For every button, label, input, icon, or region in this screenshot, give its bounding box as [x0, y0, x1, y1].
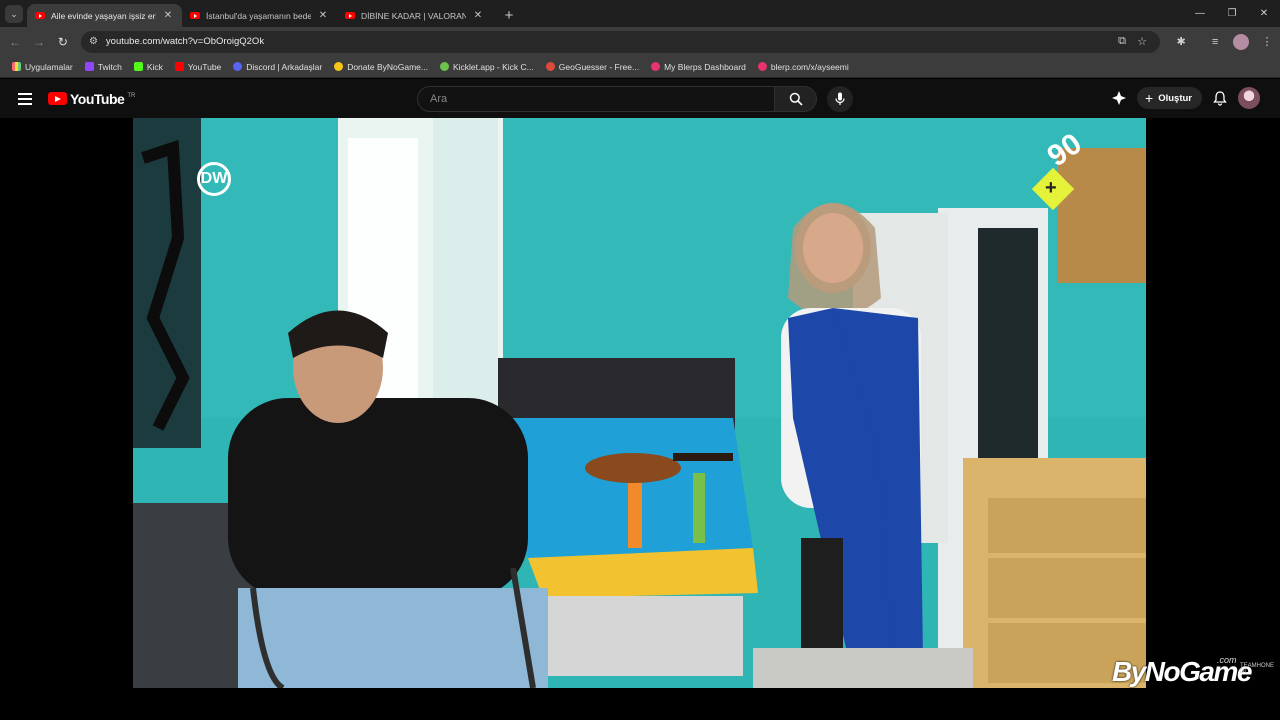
geoguesser-icon — [545, 62, 555, 71]
browser-tab-2[interactable]: İstanbul'da yaşamanın bedeli: "Ma ✕ — [182, 4, 337, 27]
bookmark-label: Kick — [146, 61, 163, 72]
new-tab-button[interactable]: + — [498, 4, 520, 26]
bookmark-blerps[interactable]: My Blerps Dashboard — [646, 62, 751, 72]
apps-grid-icon — [12, 62, 21, 71]
bookmark-kicklet[interactable]: Kicklet.app - Kick C... — [435, 62, 539, 72]
create-label: Oluştur — [1158, 92, 1192, 104]
bookmark-donate[interactable]: Donate ByNoGame... — [329, 62, 433, 72]
bookmark-label: Donate ByNoGame... — [347, 61, 428, 72]
forward-icon[interactable]: → — [27, 30, 51, 54]
blerp-icon — [757, 62, 767, 71]
twitch-icon — [84, 62, 94, 71]
minimize-icon[interactable]: — — [1184, 0, 1216, 27]
youtube-logo[interactable]: YouTube TR — [48, 91, 135, 107]
search-input[interactable]: Ara — [417, 86, 775, 112]
address-url: youtube.com/watch?v=ObOroigQ2Ok — [105, 36, 265, 47]
bookmark-label: YouTube — [187, 61, 222, 72]
shorts-sparkle-icon[interactable] — [1111, 90, 1127, 106]
video-player[interactable]: DW + 90 — [133, 118, 1146, 688]
youtube-favicon-icon — [35, 12, 45, 19]
extensions-icon[interactable]: ✱ — [1168, 29, 1194, 55]
tab-title: Aile evinde yaşayan işsiz erkek: Türk — [51, 10, 156, 21]
bookmark-discord[interactable]: Discord | Arkadaşlar — [228, 62, 327, 72]
browser-toolbar: ← → ↻ ⚙ youtube.com/watch?v=ObOroigQ2Ok … — [0, 27, 1280, 56]
donate-icon — [334, 62, 344, 71]
bookmark-label: Uygulamalar — [25, 61, 73, 72]
youtube-favicon-icon — [190, 12, 200, 19]
search-bar: Ara — [417, 86, 853, 112]
dw-logo-mark: DW — [197, 162, 231, 196]
guide-menu-icon[interactable] — [18, 92, 32, 105]
bookmark-label: GeoGuesser - Free... — [558, 61, 640, 72]
browser-menu-icon[interactable]: ⋮ — [1254, 29, 1280, 55]
bookmark-twitch[interactable]: Twitch — [80, 62, 127, 72]
create-button[interactable]: + Oluştur — [1137, 87, 1202, 109]
bookmark-star-icon[interactable]: ☆ — [1132, 35, 1152, 48]
bynogame-watermark-small: TEAMHONE DL — [1240, 663, 1275, 675]
bookmarks-bar: Uygulamalar Twitch Kick YouTube Discord … — [0, 56, 1280, 78]
search-icon — [789, 92, 803, 106]
bookmark-blerp-user[interactable]: blerp.com/x/ayseemi — [753, 62, 854, 72]
search-button[interactable] — [775, 86, 817, 112]
restore-icon[interactable]: ❐ — [1216, 0, 1248, 27]
bookmark-label: Discord | Arkadaşlar — [246, 61, 323, 72]
youtube-icon — [174, 62, 184, 71]
dw-channel-logo: DW — [197, 162, 261, 200]
media-control-icon[interactable]: ≡ — [1202, 29, 1228, 55]
tab-close-icon[interactable]: ✕ — [317, 10, 329, 21]
youtube-favicon-icon — [345, 12, 355, 19]
kick-icon — [133, 62, 143, 71]
back-icon[interactable]: ← — [3, 30, 27, 54]
bookmark-apps[interactable]: Uygulamalar — [7, 62, 78, 72]
bookmark-label: Kicklet.app - Kick C... — [452, 61, 534, 72]
address-bar[interactable]: ⚙ youtube.com/watch?v=ObOroigQ2Ok ⧉ ☆ — [80, 30, 1161, 53]
browser-tab-strip: ⌄ Aile evinde yaşayan işsiz erkek: Türk … — [0, 0, 1280, 27]
kicklet-icon — [439, 62, 449, 71]
plus-icon: + — [1145, 90, 1154, 106]
bynogame-watermark-suffix: .com — [1217, 655, 1237, 665]
tab-close-icon[interactable]: ✕ — [162, 10, 174, 21]
plus90-plus: + — [1045, 177, 1057, 199]
blerp-icon — [651, 62, 661, 71]
bookmark-kick[interactable]: Kick — [129, 62, 168, 72]
browser-profile-avatar[interactable] — [1233, 33, 1250, 50]
browser-tab-3[interactable]: DİBİNE KADAR | VALORANT ED ✕ — [337, 4, 492, 27]
account-avatar[interactable] — [1238, 87, 1260, 109]
notifications-bell-icon[interactable] — [1212, 90, 1228, 106]
youtube-logo-text: YouTube — [70, 90, 125, 107]
tab-title: DİBİNE KADAR | VALORANT ED — [361, 10, 466, 21]
youtube-play-icon — [48, 92, 67, 105]
close-window-icon[interactable]: ✕ — [1248, 0, 1280, 27]
window-controls: — ❐ ✕ — [1184, 0, 1280, 27]
tab-close-icon[interactable]: ✕ — [472, 10, 484, 21]
microphone-icon — [835, 92, 845, 105]
bookmark-label: blerp.com/x/ayseemi — [770, 61, 849, 72]
bookmark-geoguesser[interactable]: GeoGuesser - Free... — [541, 62, 644, 72]
site-info-icon[interactable]: ⚙ — [89, 36, 98, 47]
discord-icon — [233, 62, 243, 71]
masthead-actions: + Oluştur — [1111, 87, 1260, 109]
browser-tab-1[interactable]: Aile evinde yaşayan işsiz erkek: Türk ✕ — [27, 4, 182, 27]
bookmark-youtube[interactable]: YouTube — [170, 62, 226, 72]
reload-icon[interactable]: ↻ — [51, 30, 75, 54]
tab-search-button[interactable]: ⌄ — [5, 5, 23, 23]
youtube-country-code: TR — [127, 92, 136, 99]
video-frame-scene — [133, 118, 1146, 688]
youtube-masthead: YouTube TR Ara + Oluştur — [0, 79, 1280, 118]
cast-icon[interactable]: ⧉ — [1112, 35, 1132, 48]
bookmark-label: Twitch — [97, 61, 122, 72]
tab-title: İstanbul'da yaşamanın bedeli: "Ma — [206, 10, 311, 21]
voice-search-button[interactable] — [827, 86, 853, 112]
bookmark-label: My Blerps Dashboard — [664, 61, 746, 72]
